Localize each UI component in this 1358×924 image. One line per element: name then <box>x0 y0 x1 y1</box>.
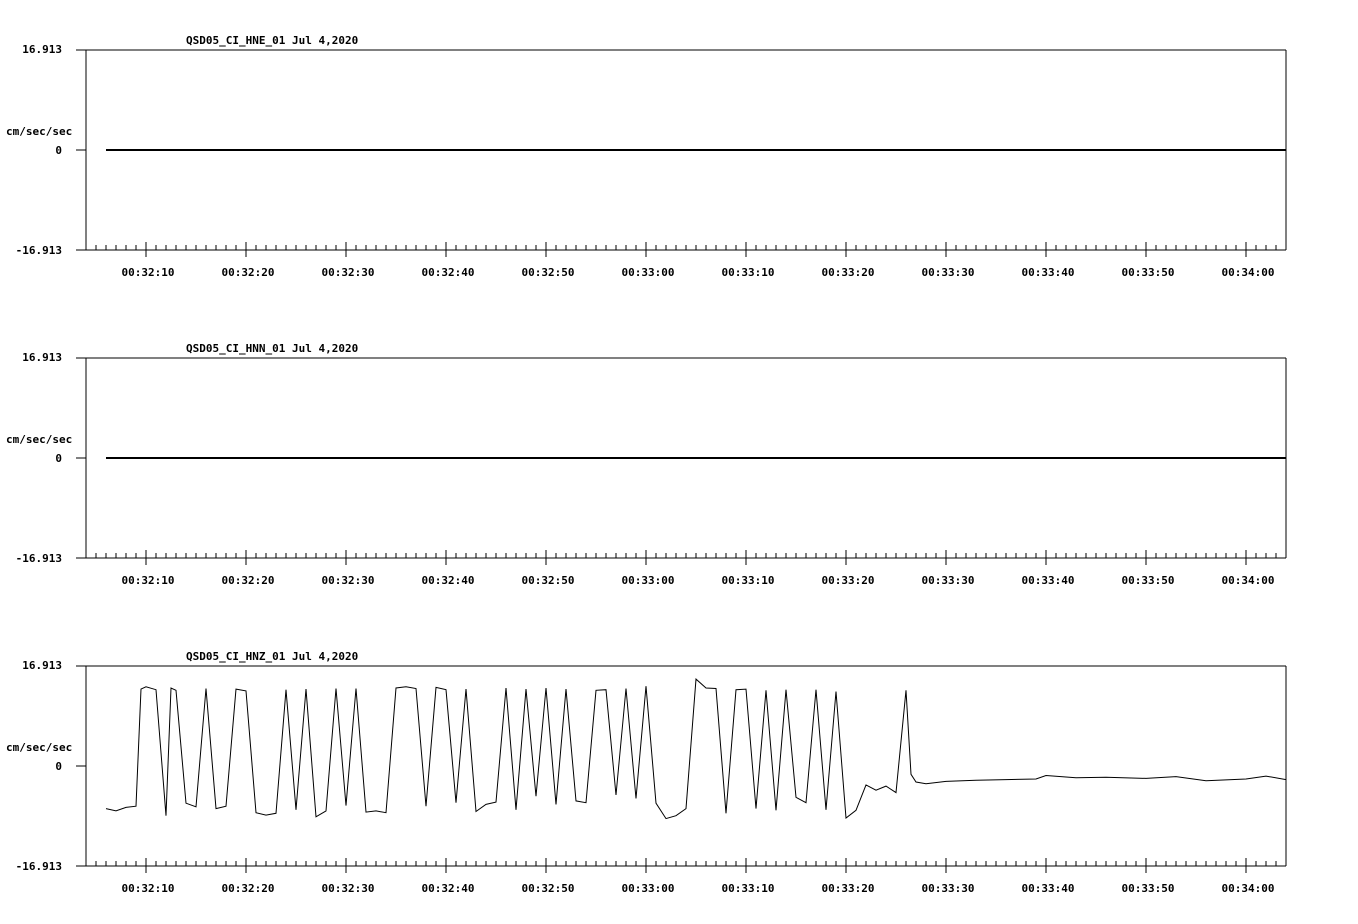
chart-panel-2: 16.913 0 -16.913 cm/sec/sec QSD05_CI_HNN_01 … <box>6 342 1287 587</box>
y-axis-label: cm/sec/sec <box>6 433 72 446</box>
x-tick-label: 00:33:30 <box>922 266 975 279</box>
x-tick-label: 00:33:00 <box>622 882 675 895</box>
x-tick-label: 00:32:50 <box>522 574 575 587</box>
y-tick-label: 0 <box>55 760 62 773</box>
x-tick-label: 00:32:30 <box>322 882 375 895</box>
x-tick-label: 00:33:50 <box>1122 266 1175 279</box>
x-tick-label: 00:33:10 <box>722 266 775 279</box>
x-tick-label: 00:34:00 <box>1222 266 1275 279</box>
x-tick-label: 00:33:00 <box>622 574 675 587</box>
x-tick-label: 00:32:10 <box>122 882 175 895</box>
y-axis-label: cm/sec/sec <box>6 125 72 138</box>
chart-title: QSD05_CI_HNZ_01 Jul 4,2020 <box>186 650 358 663</box>
x-tick-label: 00:32:50 <box>522 882 575 895</box>
x-tick-label: 00:33:30 <box>922 882 975 895</box>
x-tick-label: 00:32:10 <box>122 574 175 587</box>
x-tick-label: 00:34:00 <box>1222 574 1275 587</box>
x-tick-label: 00:33:10 <box>722 574 775 587</box>
seismogram-figure: 16.913 0 -16.913 cm/sec/sec QSD05_CI_HNE_01 … <box>6 34 1287 895</box>
y-tick-label: -16.913 <box>16 860 62 873</box>
x-tick-label: 00:32:30 <box>322 266 375 279</box>
x-tick-label: 00:32:20 <box>222 266 275 279</box>
x-tick-label: 00:33:50 <box>1122 882 1175 895</box>
x-tick-label: 00:33:40 <box>1022 882 1075 895</box>
x-tick-label: 00:33:40 <box>1022 266 1075 279</box>
x-tick-label: 00:33:00 <box>622 266 675 279</box>
x-tick-label: 00:32:10 <box>122 266 175 279</box>
x-tick-label: 00:32:40 <box>422 574 475 587</box>
x-tick-label: 00:32:20 <box>222 574 275 587</box>
chart-panel-1: 16.913 0 -16.913 cm/sec/sec QSD05_CI_HNE_01 … <box>6 34 1287 279</box>
x-tick-label: 00:33:50 <box>1122 574 1175 587</box>
y-tick-label: 0 <box>55 452 62 465</box>
x-tick-label: 00:33:30 <box>922 574 975 587</box>
x-tick-label: 00:33:20 <box>822 266 875 279</box>
chart-title: QSD05_CI_HNN_01 Jul 4,2020 <box>186 342 358 355</box>
y-tick-label: 16.913 <box>22 351 62 364</box>
x-tick-label: 00:32:40 <box>422 882 475 895</box>
x-tick-label: 00:33:10 <box>722 882 775 895</box>
x-tick-label: 00:33:40 <box>1022 574 1075 587</box>
y-tick-label: 0 <box>55 144 62 157</box>
trace-line-1 <box>105 678 1287 820</box>
x-tick-label: 00:34:00 <box>1222 882 1275 895</box>
x-tick-label: 00:33:20 <box>822 574 875 587</box>
x-tick-label: 00:32:30 <box>322 574 375 587</box>
y-tick-label: -16.913 <box>16 244 62 257</box>
chart-title: QSD05_CI_HNE_01 Jul 4,2020 <box>186 34 358 47</box>
chart-panel-3: 16.913 0 -16.913 cm/sec/sec QSD05_CI_HNZ_01 … <box>6 650 1287 895</box>
y-tick-label: 16.913 <box>22 659 62 672</box>
y-tick-label: 16.913 <box>22 43 62 56</box>
y-tick-label: -16.913 <box>16 552 62 565</box>
x-tick-label: 00:33:20 <box>822 882 875 895</box>
y-axis-label: cm/sec/sec <box>6 741 72 754</box>
x-tick-label: 00:32:40 <box>422 266 475 279</box>
x-tick-label: 00:32:50 <box>522 266 575 279</box>
x-tick-label: 00:32:20 <box>222 882 275 895</box>
